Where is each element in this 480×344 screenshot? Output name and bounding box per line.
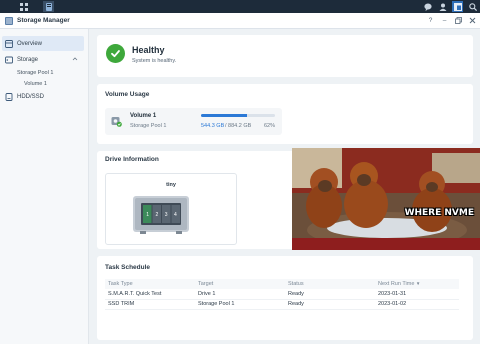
- volume-pool: Storage Pool 1: [130, 123, 167, 129]
- drive-information-heading: Drive Information: [105, 156, 159, 163]
- volume-total: / 884.2 GB: [225, 123, 252, 129]
- user-icon[interactable]: [437, 1, 448, 12]
- restore-button[interactable]: [454, 16, 463, 25]
- sidebar-item-overview[interactable]: Overview: [2, 36, 84, 51]
- sidebar-item-label: HDD/SSD: [17, 93, 45, 100]
- cell-status: Ready: [285, 299, 375, 310]
- task-schedule-heading: Task Schedule: [105, 264, 151, 271]
- window-title: Storage Manager: [17, 17, 70, 24]
- bay-label: 3: [164, 212, 168, 218]
- minimize-button[interactable]: –: [440, 16, 449, 25]
- volume-icon: [111, 116, 122, 127]
- volume-usage-heading: Volume Usage: [105, 91, 150, 98]
- health-card: Healthy System is healthy.: [97, 35, 473, 77]
- column-header-label: Next Run Time: [378, 281, 415, 287]
- volume-name: Volume 1: [130, 113, 157, 119]
- window-titlebar: Storage Manager ? –: [0, 13, 480, 29]
- storage-manager-app-icon: [4, 16, 14, 26]
- health-status-subtitle: System is healthy.: [132, 58, 177, 64]
- hdd-icon: [5, 92, 13, 101]
- cell-target: Storage Pool 1: [195, 299, 285, 310]
- meme-image: WHERE NVME: [292, 148, 480, 250]
- meme-caption: WHERE NVME: [404, 208, 474, 218]
- volume-used: 544.3 GB: [201, 123, 225, 129]
- storage-manager-icon[interactable]: [43, 1, 54, 12]
- cell-next-run-time: 2023-01-31: [375, 289, 459, 300]
- device-name: tiny: [166, 182, 176, 188]
- overview-icon: [5, 39, 13, 48]
- column-header-target[interactable]: Target: [195, 279, 285, 289]
- sidebar-item-storage-pool[interactable]: Storage Pool 1: [17, 70, 53, 76]
- column-header-task-type[interactable]: Task Type: [105, 279, 195, 289]
- cell-next-run-time: 2023-01-02: [375, 299, 459, 310]
- chevron-up-icon[interactable]: [72, 56, 78, 62]
- column-header-status[interactable]: Status: [285, 279, 375, 289]
- volume-usage-card: Volume Usage Volume 1 Storage Pool 1 544…: [97, 84, 473, 144]
- bay-label: 2: [155, 212, 159, 218]
- sidebar-item-hdd-ssd[interactable]: HDD/SSD: [2, 89, 84, 104]
- nas-device-icon: 1 2 3 4: [132, 195, 190, 235]
- health-status-title: Healthy: [132, 45, 165, 55]
- bay-label: 4: [173, 212, 177, 218]
- storage-icon: [5, 56, 13, 64]
- table-header-row: Task Type Target Status Next Run Time ▼: [105, 279, 459, 289]
- help-button[interactable]: ?: [426, 16, 435, 25]
- table-row[interactable]: SSD TRIM Storage Pool 1 Ready 2023-01-02: [105, 299, 459, 310]
- cell-status: Ready: [285, 289, 375, 300]
- task-schedule-table: Task Type Target Status Next Run Time ▼ …: [105, 279, 459, 310]
- volume-percent: 62%: [264, 123, 276, 129]
- cell-target: Drive 1: [195, 289, 285, 300]
- volume-usage-bar: [201, 114, 275, 117]
- search-icon[interactable]: [467, 1, 478, 12]
- sidebar-item-storage[interactable]: Storage: [2, 52, 84, 67]
- chat-icon[interactable]: [422, 1, 433, 12]
- device-box[interactable]: tiny 1 2 3 4: [105, 173, 237, 245]
- cell-task-type: SSD TRIM: [105, 299, 195, 310]
- check-circle-icon: [106, 44, 125, 63]
- sidebar-item-label: Storage: [17, 56, 39, 63]
- column-header-next-run-time[interactable]: Next Run Time ▼: [375, 279, 459, 289]
- sidebar-item-volume[interactable]: Volume 1: [24, 81, 47, 87]
- task-schedule-card: Task Schedule Task Type Target Status Ne…: [97, 256, 473, 340]
- volume-usage-bar-fill: [201, 114, 247, 117]
- widgets-icon[interactable]: [452, 1, 463, 12]
- table-row[interactable]: S.M.A.R.T. Quick Test Drive 1 Ready 2023…: [105, 289, 459, 300]
- sidebar-item-label: Overview: [17, 40, 43, 47]
- volume-item[interactable]: Volume 1 Storage Pool 1 544.3 GB / 884.2…: [105, 108, 282, 135]
- sort-down-icon: ▼: [415, 281, 421, 286]
- sidebar: Overview Storage Storage Pool 1 Volume 1…: [0, 29, 89, 344]
- close-button[interactable]: [468, 16, 477, 25]
- cell-task-type: S.M.A.R.T. Quick Test: [105, 289, 195, 300]
- bay-label: 1: [146, 212, 150, 218]
- taskbar: [0, 0, 480, 13]
- main-menu-icon[interactable]: [18, 1, 29, 12]
